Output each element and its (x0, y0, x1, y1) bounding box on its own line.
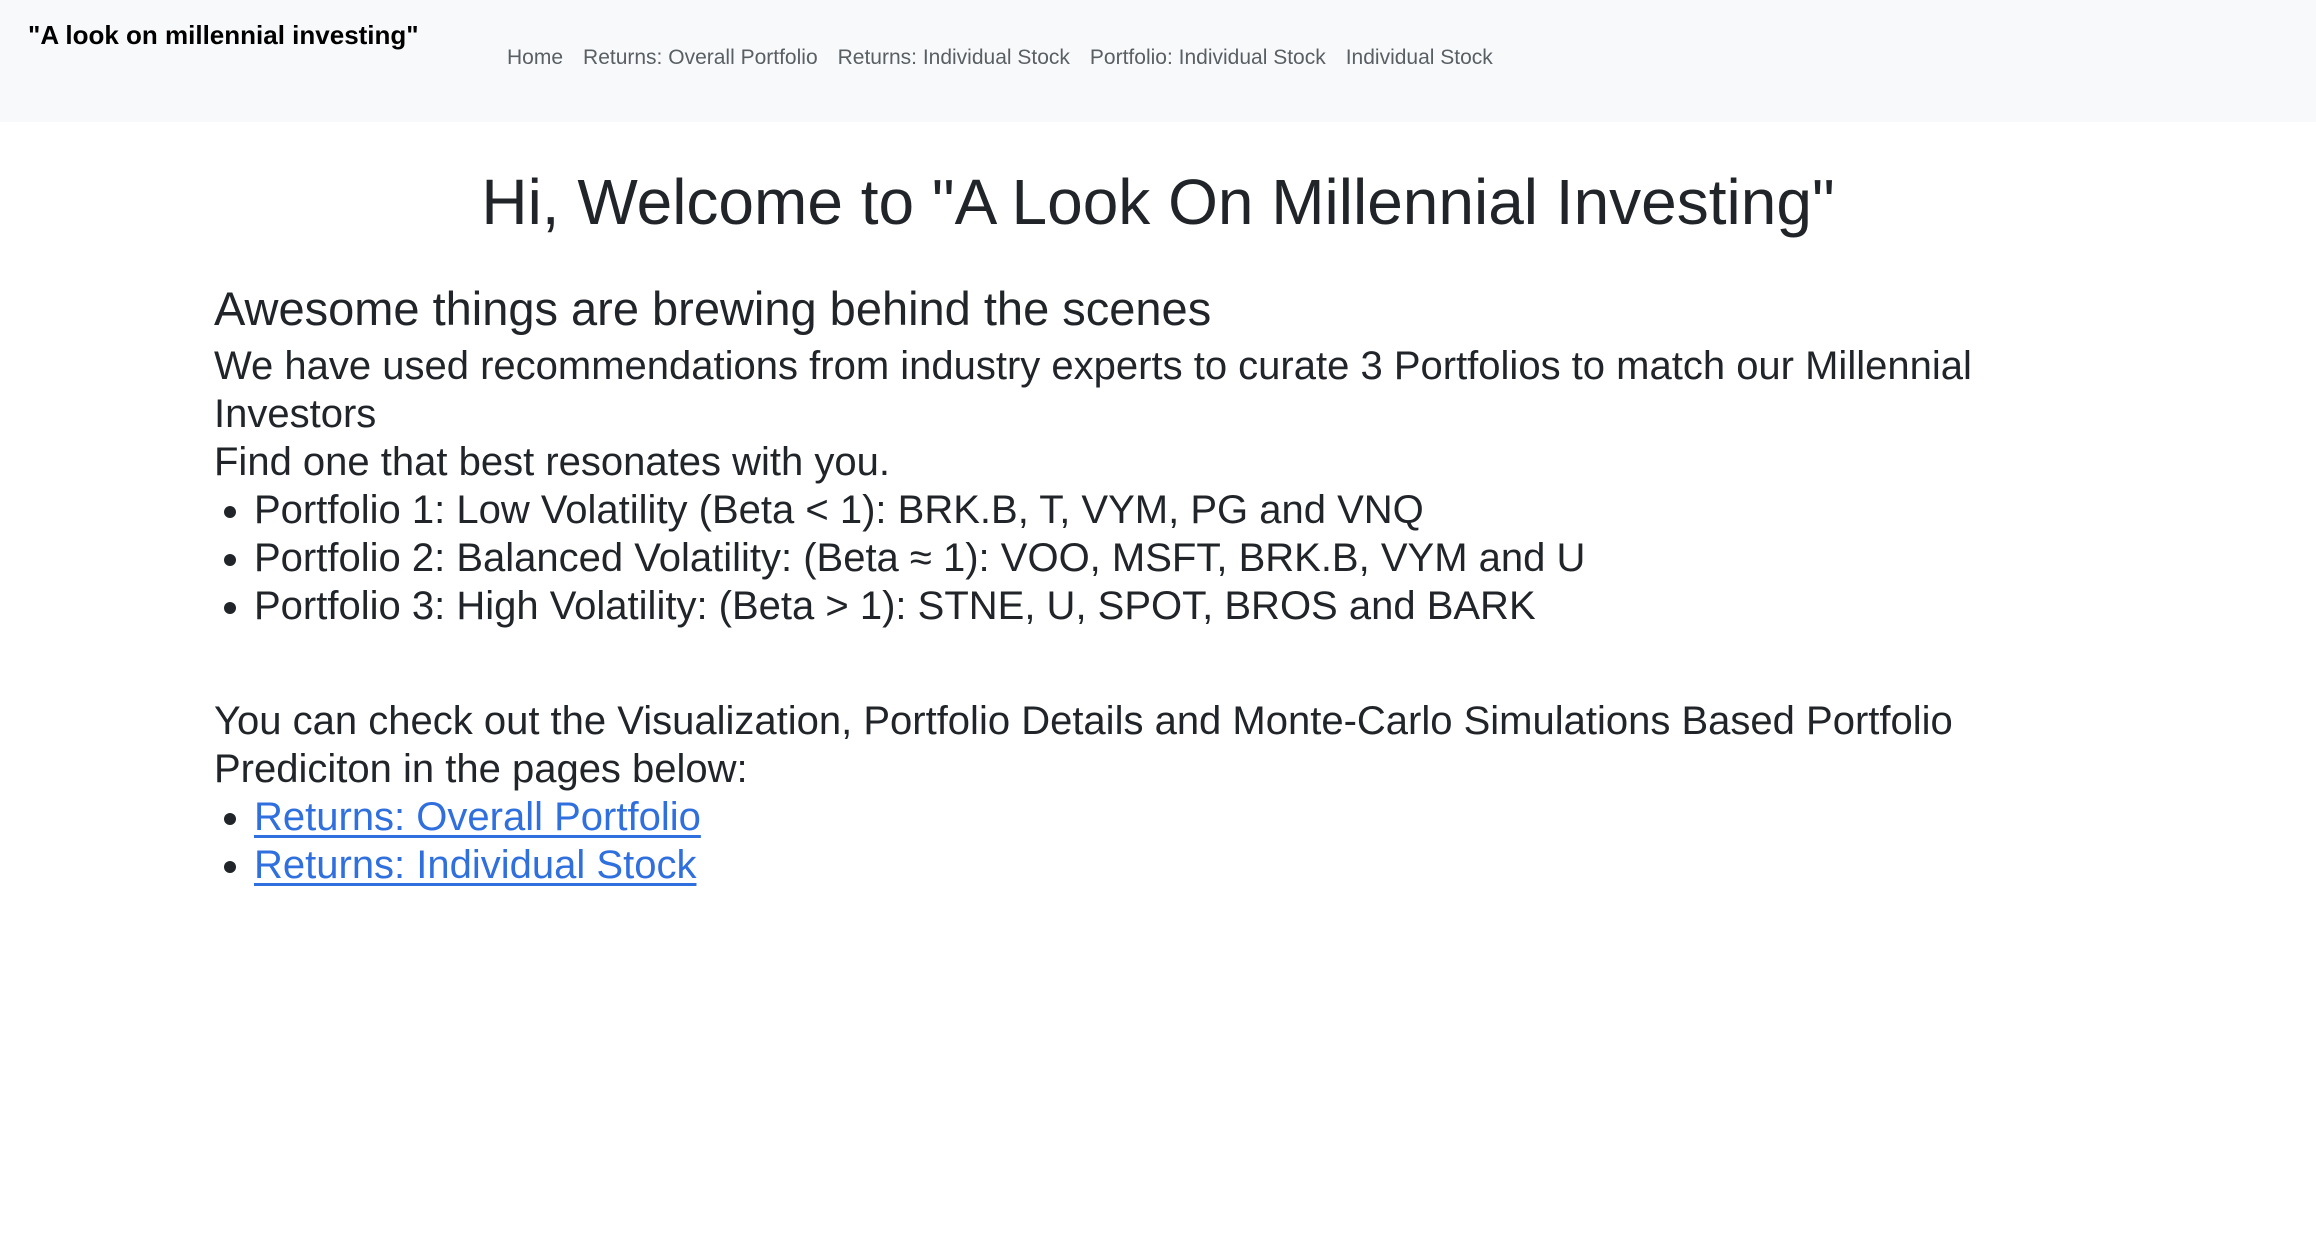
outro-text: You can check out the Visualization, Por… (214, 699, 1953, 791)
link-returns-overall-portfolio[interactable]: Returns: Overall Portfolio (254, 795, 701, 839)
page-links-list: Returns: Overall Portfolio Returns: Indi… (214, 793, 2114, 889)
link-returns-individual-stock[interactable]: Returns: Individual Stock (254, 843, 696, 887)
main-content: Hi, Welcome to "A Look On Millennial Inv… (214, 122, 2114, 889)
nav-links: Home Returns: Overall Portfolio Returns:… (507, 46, 1493, 70)
list-item-link-2: Returns: Individual Stock (254, 841, 2114, 889)
portfolio-list: Portfolio 1: Low Volatility (Beta < 1): … (214, 486, 2114, 630)
brand-title[interactable]: "A look on millennial investing" (28, 20, 419, 51)
nav-link-individual-stock[interactable]: Individual Stock (1346, 46, 1493, 70)
nav-link-returns-individual-stock[interactable]: Returns: Individual Stock (838, 46, 1070, 70)
nav-link-home[interactable]: Home (507, 46, 563, 70)
page-title: Hi, Welcome to "A Look On Millennial Inv… (481, 166, 1835, 238)
list-item-portfolio-3: Portfolio 3: High Volatility: (Beta > 1)… (254, 582, 2114, 630)
top-navbar: "A look on millennial investing" Home Re… (0, 0, 2316, 122)
nav-link-returns-overall-portfolio[interactable]: Returns: Overall Portfolio (583, 46, 818, 70)
nav-link-portfolio-individual-stock[interactable]: Portfolio: Individual Stock (1090, 46, 1326, 70)
intro-prompt: Find one that best resonates with you. (214, 440, 890, 484)
list-item-portfolio-2: Portfolio 2: Balanced Volatility: (Beta … (254, 534, 2114, 582)
list-item-link-1: Returns: Overall Portfolio (254, 793, 2114, 841)
page-subtitle: Awesome things are brewing behind the sc… (214, 282, 1212, 335)
intro-text: We have used recommendations from indust… (214, 344, 1972, 436)
list-item-portfolio-1: Portfolio 1: Low Volatility (Beta < 1): … (254, 486, 2114, 534)
